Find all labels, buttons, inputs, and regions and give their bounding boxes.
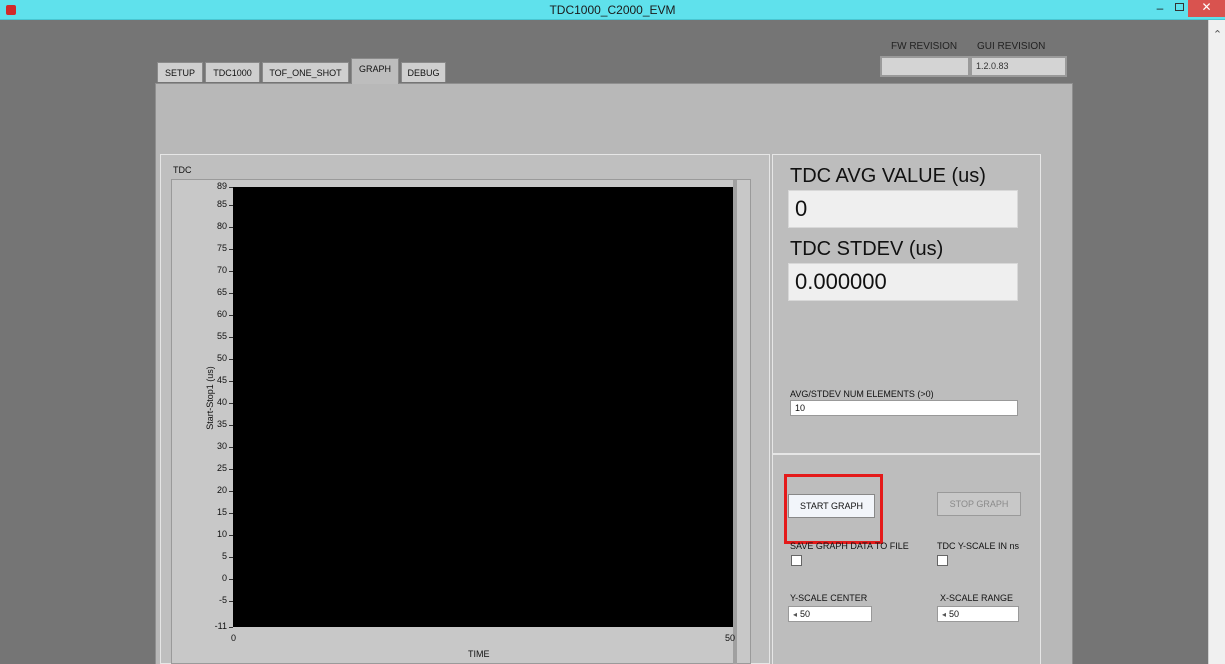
y-tick-mark <box>229 314 233 316</box>
y-tick-mark <box>229 627 233 628</box>
app-window: TDC1000_C2000_EVM – ✕ ⌃ FW REVISION GUI … <box>0 0 1225 664</box>
y-tick-label: 80 <box>216 220 227 231</box>
y-tick-mark <box>229 248 233 250</box>
y-tick-label: 70 <box>216 264 227 275</box>
y-tick-label: 75 <box>216 242 227 253</box>
y-tick-label: 30 <box>216 440 227 451</box>
y-tick-label: 89 <box>216 181 227 191</box>
y-tick-mark <box>229 446 233 448</box>
close-button[interactable]: ✕ <box>1188 0 1225 17</box>
tab-tof-one-shot[interactable]: TOF_ONE_SHOT <box>262 62 349 82</box>
y-tick-mark <box>229 512 233 514</box>
y-tick-label: 85 <box>216 198 227 209</box>
y-tick-mark <box>229 187 233 188</box>
y-scale-ns-checkbox[interactable] <box>937 555 948 566</box>
x-tick-label: 50 <box>725 633 736 643</box>
fw-revision-field <box>880 56 970 77</box>
y-tick-mark <box>229 380 233 382</box>
y-tick-label: 65 <box>216 286 227 297</box>
tab-tdc1000[interactable]: TDC1000 <box>205 62 260 82</box>
stdev-label: TDC STDEV (us) <box>790 238 944 260</box>
maximize-button[interactable] <box>1172 0 1186 14</box>
y-tick-label: 0 <box>221 572 227 583</box>
y-tick-label: 5 <box>221 550 227 561</box>
y-scale-center-value: 50 <box>800 609 811 619</box>
y-tick-label: 45 <box>216 374 227 385</box>
gui-revision-field: 1.2.0.83 <box>970 56 1067 77</box>
y-tick-label: 15 <box>216 506 227 517</box>
maximize-icon <box>1174 3 1184 11</box>
stdev-value-field: 0.000000 <box>788 263 1018 301</box>
y-tick-mark <box>229 534 233 536</box>
y-tick-mark <box>229 600 233 602</box>
y-tick-mark <box>229 358 233 360</box>
num-elements-label: AVG/STDEV NUM ELEMENTS (>0) <box>790 389 934 399</box>
y-tick-mark <box>229 578 233 580</box>
plot-scrollbar <box>733 180 737 664</box>
gui-revision-label: GUI REVISION <box>977 41 1046 52</box>
tab-debug[interactable]: DEBUG <box>401 62 446 82</box>
plot-area[interactable] <box>233 187 733 627</box>
y-tick-label: 55 <box>216 330 227 341</box>
title-bar: TDC1000_C2000_EVM – ✕ <box>0 0 1225 20</box>
y-tick-label: -5 <box>218 594 227 605</box>
tab-setup[interactable]: SETUP <box>157 62 203 82</box>
y-tick-label: -11 <box>214 621 227 631</box>
vertical-scrollbar[interactable]: ⌃ <box>1208 20 1225 664</box>
y-tick-label: 20 <box>216 484 227 495</box>
save-graph-label: SAVE GRAPH DATA TO FILE <box>790 541 909 551</box>
y-tick-label: 40 <box>216 396 227 407</box>
fw-revision-label: FW REVISION <box>891 41 958 52</box>
highlight-box <box>784 474 883 544</box>
y-tick-mark <box>229 490 233 492</box>
avg-value-label: TDC AVG VALUE (us) <box>790 165 986 187</box>
num-elements-input[interactable]: 10 <box>790 400 1018 416</box>
stepper-icon[interactable]: ◂ <box>793 610 797 619</box>
save-graph-checkbox[interactable] <box>791 555 802 566</box>
y-tick-mark <box>229 292 233 294</box>
y-tick-label: 10 <box>216 528 227 539</box>
y-tick-label: 50 <box>216 352 227 363</box>
y-tick-mark <box>229 226 233 228</box>
x-tick-label: 0 <box>231 633 237 643</box>
stop-graph-button[interactable]: STOP GRAPH <box>937 492 1021 516</box>
y-tick-mark <box>229 336 233 338</box>
y-scale-center-input[interactable]: ◂ 50 <box>788 606 872 622</box>
avg-value-field: 0 <box>788 190 1018 228</box>
y-scale-center-label: Y-SCALE CENTER <box>790 593 868 603</box>
y-tick-mark <box>229 204 233 206</box>
x-scale-range-input[interactable]: ◂ 50 <box>937 606 1019 622</box>
window-title: TDC1000_C2000_EVM <box>549 3 676 17</box>
graph-title: TDC <box>173 165 192 175</box>
y-tick-label: 25 <box>216 462 227 473</box>
y-tick-mark <box>229 402 233 404</box>
x-axis-label: TIME <box>468 649 490 659</box>
y-tick-mark <box>229 468 233 470</box>
chevron-up-icon[interactable]: ⌃ <box>1209 28 1225 41</box>
stepper-icon[interactable]: ◂ <box>942 610 946 619</box>
minimize-button[interactable]: – <box>1153 2 1167 16</box>
tab-graph[interactable]: GRAPH <box>351 58 399 84</box>
y-tick-mark <box>229 424 233 426</box>
x-scale-range-value: 50 <box>949 609 960 619</box>
y-tick-label: 35 <box>216 418 227 429</box>
y-tick-mark <box>229 556 233 558</box>
y-tick-mark <box>229 270 233 272</box>
x-scale-range-label: X-SCALE RANGE <box>940 593 1014 603</box>
y-tick-label: 60 <box>216 308 227 319</box>
y-scale-ns-label: TDC Y-SCALE IN ns <box>937 541 1020 551</box>
